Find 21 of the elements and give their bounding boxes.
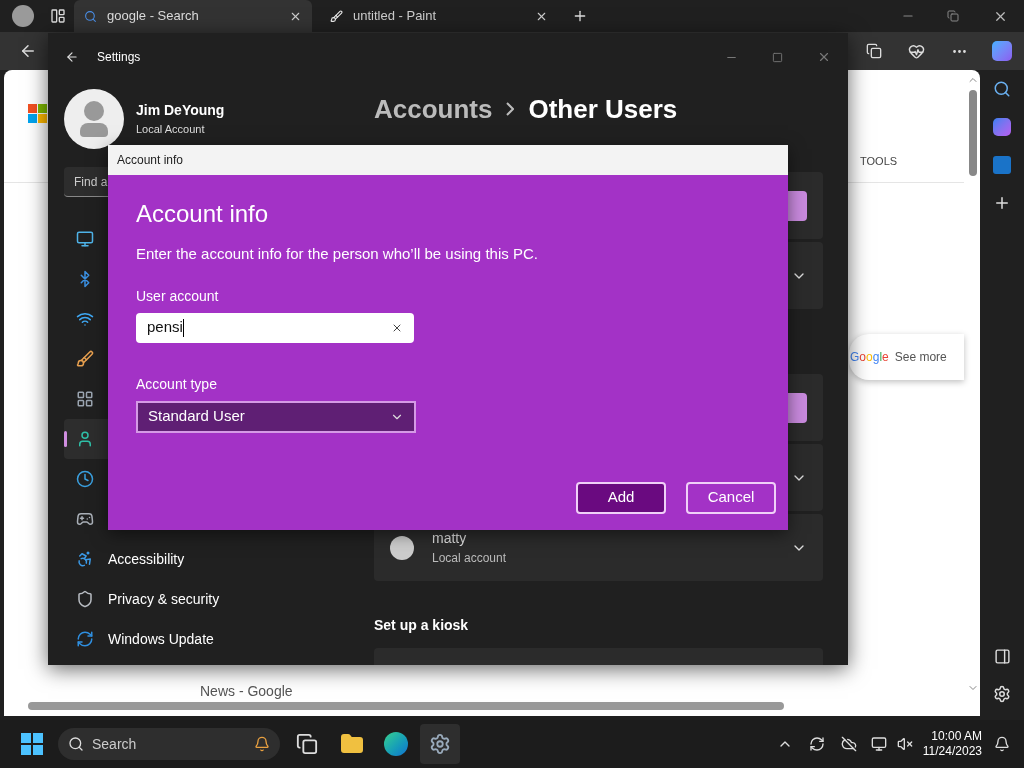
field-label: Account type	[136, 374, 218, 394]
field-label: User account	[136, 286, 220, 306]
dialog-title: Account info	[117, 152, 184, 169]
tab-title: untitled - Paint	[353, 7, 438, 26]
tab-title: google - Search	[107, 7, 200, 26]
dialog-heading: Account info	[136, 199, 270, 229]
account-type: Local Account	[136, 122, 206, 138]
see-more-label: See more	[894, 349, 947, 366]
search-label: Search	[92, 734, 137, 754]
nav-label: Windows Update	[108, 629, 214, 649]
account-type: Local account	[432, 550, 507, 567]
window-title: Settings	[97, 49, 141, 66]
dialog-description: Enter the account info for the person who’ll be using this PC.	[136, 244, 539, 264]
news-source: News - Google	[200, 682, 293, 701]
page-title: Other Users	[528, 92, 678, 126]
section-heading: Set up a kiosk	[374, 616, 470, 635]
nav-label: Privacy & security	[108, 589, 220, 609]
user-name: Jim DeYoung	[136, 101, 225, 121]
nav-label: Accessibility	[108, 549, 185, 569]
user-name: matty	[432, 529, 468, 548]
google-logo: Google	[850, 349, 889, 366]
